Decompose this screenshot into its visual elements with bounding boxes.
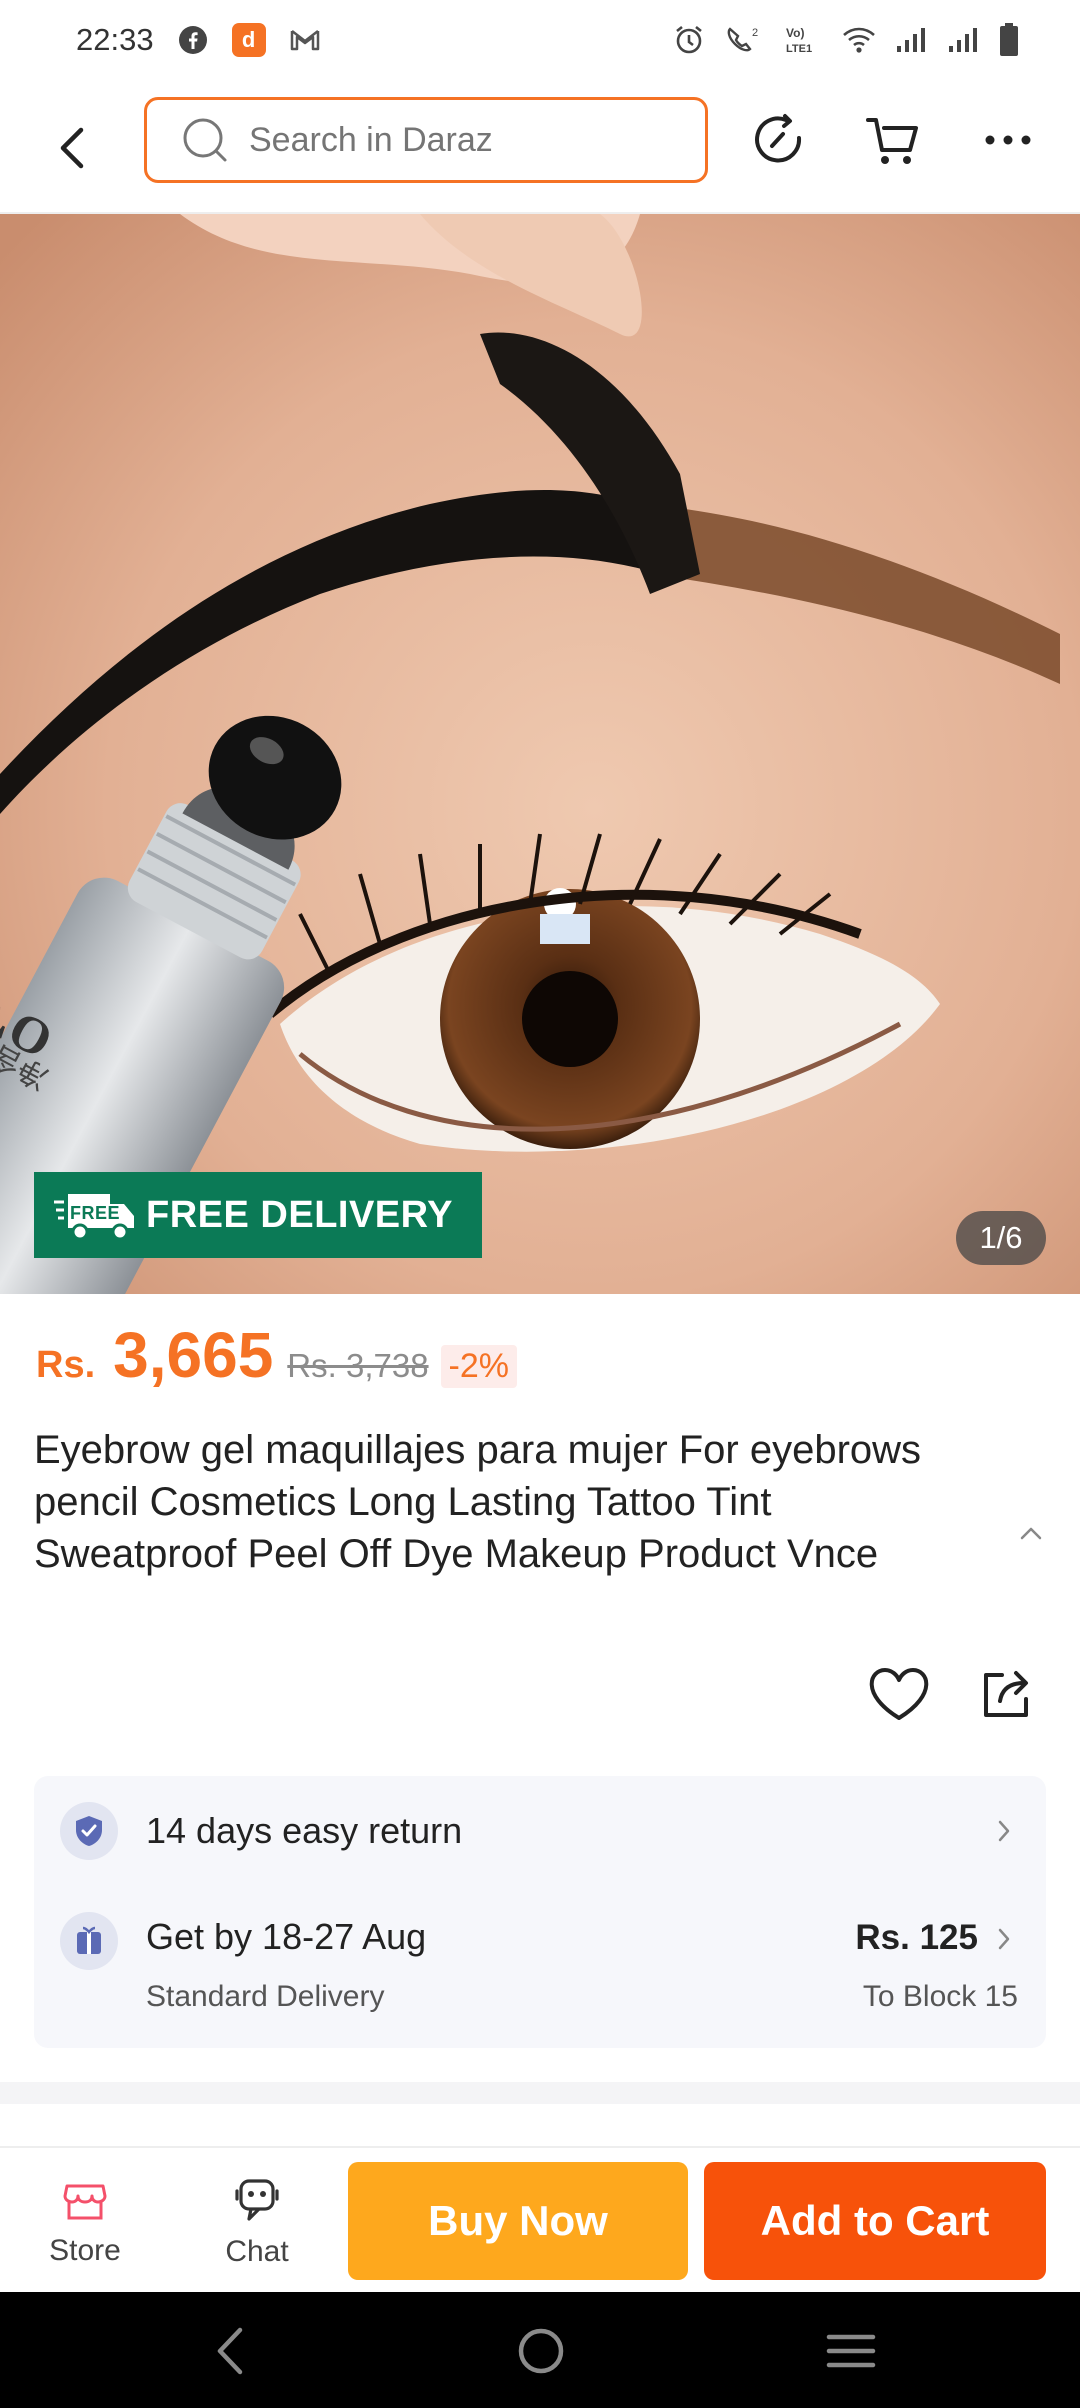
product-title: Eyebrow gel maquillajes para mujer For e… [34,1428,922,1576]
easy-return-row[interactable]: 14 days easy return [34,1776,1046,1886]
status-time: 22:33 [76,22,154,57]
store-label: Store [49,2234,121,2267]
search-input[interactable]: Search in Daraz [144,97,708,183]
cart-icon[interactable] [862,108,926,172]
wifi-calling-icon: 2 [724,23,766,57]
service-info-card: 14 days easy return Get by 18-27 Aug Sta… [34,1776,1046,2048]
price-original: Rs. 3,738 [287,1347,429,1384]
store-icon [63,2184,107,2220]
gmail-icon [288,23,322,57]
free-delivery-label: FREE DELIVERY [146,1193,454,1236]
price-row: Rs. 3,665 Rs. 3,738 -2% [36,1318,518,1408]
discount-badge: -2% [440,1345,518,1388]
parcel-icon [60,1912,118,1970]
wifi-icon [842,23,876,57]
chat-label: Chat [225,2235,289,2268]
delivery-type-label: Standard Delivery [146,1980,385,2013]
search-icon [181,116,229,164]
truck-icon: FREE [54,1188,136,1242]
svg-text:LTE1: LTE1 [786,43,812,55]
status-bar: 22:33 d 2 Vo) LTE1 [0,0,1080,80]
chevron-right-icon [992,1814,1016,1848]
price-current: 3,665 [113,1319,274,1391]
facebook-icon [176,23,210,57]
share-icon[interactable] [974,1662,1040,1726]
alarm-icon [672,23,706,57]
shield-check-icon [60,1802,118,1860]
back-icon[interactable] [48,118,96,178]
daraz-app-icon: d [231,23,266,57]
delivery-fee: Rs. 125 [855,1918,978,1957]
buy-now-button[interactable]: Buy Now [348,2162,688,2280]
search-placeholder: Search in Daraz [249,120,493,159]
delivery-location: To Block 15 [862,1980,1018,2013]
add-to-cart-button[interactable]: Add to Cart [704,2162,1046,2280]
svg-text:2: 2 [752,27,758,39]
product-image[interactable]: O'CHEAL 净含量:10g [0,214,1080,1294]
store-button[interactable]: Store [20,2158,150,2288]
chat-button[interactable]: Chat [192,2158,322,2288]
more-icon[interactable] [976,108,1040,172]
delivery-date-label: Get by 18-27 Aug [146,1916,427,1957]
free-delivery-badge: FREE FREE DELIVERY [34,1172,482,1258]
system-nav-bar [0,2292,1080,2408]
price-currency: Rs. [36,1344,96,1386]
section-divider [0,2082,1080,2104]
nav-home-icon[interactable] [506,2316,576,2386]
volte-icon: Vo) LTE1 [784,23,824,57]
share-refresh-icon[interactable] [748,108,812,172]
signal-icon [946,23,980,57]
nav-recents-icon[interactable] [816,2316,886,2386]
chevron-right-icon [992,1922,1016,1956]
top-bar: Search in Daraz [0,80,1080,214]
signal-icon [894,23,928,57]
nav-back-icon[interactable] [194,2316,264,2386]
delivery-row[interactable]: Get by 18-27 Aug Standard Delivery Rs. 1… [34,1886,1046,2048]
svg-text:Vo): Vo) [786,26,804,40]
bottom-action-bar: Store Chat Buy Now Add to Cart [0,2146,1080,2292]
chat-icon [235,2179,279,2221]
free-icon-text: FREE [70,1203,120,1223]
battery-icon [998,23,1020,57]
image-counter: 1/6 [956,1211,1046,1265]
easy-return-label: 14 days easy return [146,1810,463,1851]
wishlist-icon[interactable] [866,1662,932,1726]
chevron-up-icon[interactable] [1014,1516,1048,1550]
